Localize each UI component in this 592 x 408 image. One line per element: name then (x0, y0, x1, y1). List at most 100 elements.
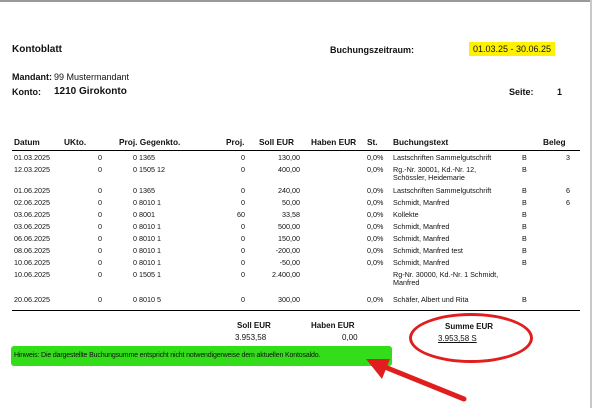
cell-datum: 03.06.2025 (14, 222, 50, 231)
cell-text: Schmidt, Manfred test (393, 246, 463, 255)
cell-proj-gegenkto: 0 1505 12 (133, 165, 165, 174)
cell-proj-gegenkto: 0 1365 (133, 153, 155, 162)
cell-proj: 0 (241, 246, 245, 255)
cell-proj: 0 (241, 222, 245, 231)
col-header-ukto: UKto. (64, 137, 87, 147)
header-divider (12, 150, 580, 151)
cell-proj: 0 (241, 270, 245, 279)
total-haben-label: Haben EUR (311, 321, 355, 330)
cell-text: Kollekte (393, 210, 419, 219)
cell-b: B (522, 295, 527, 304)
cell-proj-gegenkto: 0 8010 1 (133, 234, 161, 243)
cell-text: Schmidt, Manfred (393, 222, 450, 231)
cell-beleg: 6 (566, 198, 570, 207)
cell-soll: 130,00 (278, 153, 300, 162)
cell-text-line2: Schössler, Heidemarie (393, 173, 465, 182)
period-label: Buchungszeitraum: (330, 45, 415, 55)
cell-text: Schmidt, Manfred (393, 198, 450, 207)
cell-st: 0,0% (367, 246, 384, 255)
page-label: Seite: (509, 87, 534, 97)
cell-soll: -50,00 (279, 258, 300, 267)
cell-b: B (522, 186, 527, 195)
cell-datum: 20.06.2025 (14, 295, 50, 304)
cell-b: B (522, 198, 527, 207)
cell-b: B (522, 165, 527, 174)
period-value: 01.03.25 - 30.06.25 (469, 42, 556, 56)
cell-proj: 0 (241, 198, 245, 207)
cell-text-line2: Manfred (393, 278, 420, 287)
cell-text: Schmidt, Manfred (393, 258, 450, 267)
cell-soll: 2.400,00 (272, 270, 300, 279)
cell-proj-gegenkto: 0 8010 1 (133, 222, 161, 231)
cell-b: B (522, 153, 527, 162)
col-header-buchungstext: Buchungstext (393, 137, 449, 147)
cell-st: 0,0% (367, 186, 384, 195)
cell-soll: 400,00 (278, 165, 300, 174)
table-row: 12.03.2025 0 0 1505 12 0 400,00 0,0% Rg.-Nr. 3… (0, 165, 592, 182)
note-text: Hinweis: Die dargestellte Buchungsumme e… (14, 352, 321, 359)
cell-st: 0,0% (367, 234, 384, 243)
table-row: 20.06.2025 0 0 8010 5 0 300,00 0,0% Schäfer, A… (0, 295, 592, 309)
cell-st: 0,0% (367, 295, 384, 304)
cell-proj: 60 (237, 210, 245, 219)
cell-st: 0,0% (367, 210, 384, 219)
cell-ukto: 0 (98, 165, 102, 174)
cell-text: Schmidt, Manfred (393, 234, 450, 243)
cell-ukto: 0 (98, 222, 102, 231)
cell-soll: 33,58 (282, 210, 300, 219)
table-row: 10.06.2025 0 0 1505 1 0 2.400,00 Rg-Nr. 30000… (0, 270, 592, 287)
cell-datum: 08.06.2025 (14, 246, 50, 255)
cell-proj: 0 (241, 153, 245, 162)
cell-datum: 01.06.2025 (14, 186, 50, 195)
cell-ukto: 0 (98, 198, 102, 207)
cell-soll: 150,00 (278, 234, 300, 243)
col-header-beleg: Beleg (543, 137, 566, 147)
cell-b: B (522, 258, 527, 267)
col-header-steuer: St. (367, 137, 378, 147)
cell-st: 0,0% (367, 198, 384, 207)
cell-datum: 01.03.2025 (14, 153, 50, 162)
konto-label: Konto: (12, 87, 41, 97)
cell-proj: 0 (241, 258, 245, 267)
cell-b: B (522, 246, 527, 255)
cell-proj: 0 (241, 295, 245, 304)
total-haben-value: 0,00 (342, 333, 358, 342)
col-header-soll: Soll EUR (259, 137, 295, 147)
cell-datum: 06.06.2025 (14, 234, 50, 243)
top-border (0, 0, 592, 2)
cell-proj-gegenkto: 0 1505 1 (133, 270, 161, 279)
cell-proj-gegenkto: 0 8010 1 (133, 258, 161, 267)
cell-proj-gegenkto: 0 8010 1 (133, 246, 161, 255)
footer-divider (12, 310, 580, 311)
cell-soll: 300,00 (278, 295, 300, 304)
cell-soll: 240,00 (278, 186, 300, 195)
cell-ukto: 0 (98, 295, 102, 304)
cell-st: 0,0% (367, 222, 384, 231)
cell-soll: -200,00 (275, 246, 300, 255)
cell-proj-gegenkto: 0 8010 5 (133, 295, 161, 304)
cell-ukto: 0 (98, 270, 102, 279)
cell-st: 0,0% (367, 165, 384, 174)
konto-value: 1210 Girokonto (54, 86, 127, 97)
total-soll-value: 3.953,58 (235, 333, 267, 342)
cell-datum: 10.06.2025 (14, 258, 50, 267)
cell-text: Schäfer, Albert und Rita (393, 295, 469, 304)
cell-datum: 02.06.2025 (14, 198, 50, 207)
cell-soll: 500,00 (278, 222, 300, 231)
cell-ukto: 0 (98, 186, 102, 195)
cell-proj: 0 (241, 186, 245, 195)
red-arrow-annotation (366, 359, 467, 402)
cell-soll: 50,00 (282, 198, 300, 207)
col-header-datum: Datum (14, 137, 40, 147)
cell-proj: 0 (241, 165, 245, 174)
cell-proj-gegenkto: 0 1365 (133, 186, 155, 195)
cell-datum: 03.06.2025 (14, 210, 50, 219)
cell-text: Lastschriften Sammelgutschrift (393, 153, 492, 162)
cell-b: B (522, 222, 527, 231)
report-title: Kontoblatt (12, 44, 62, 55)
cell-proj-gegenkto: 0 8001 (133, 210, 155, 219)
col-header-haben: Haben EUR (311, 137, 357, 147)
mandant-value: 99 Mustermandant (54, 72, 130, 82)
col-header-proj-gegenkto: Proj. Gegenkto. (119, 137, 181, 147)
cell-ukto: 0 (98, 153, 102, 162)
